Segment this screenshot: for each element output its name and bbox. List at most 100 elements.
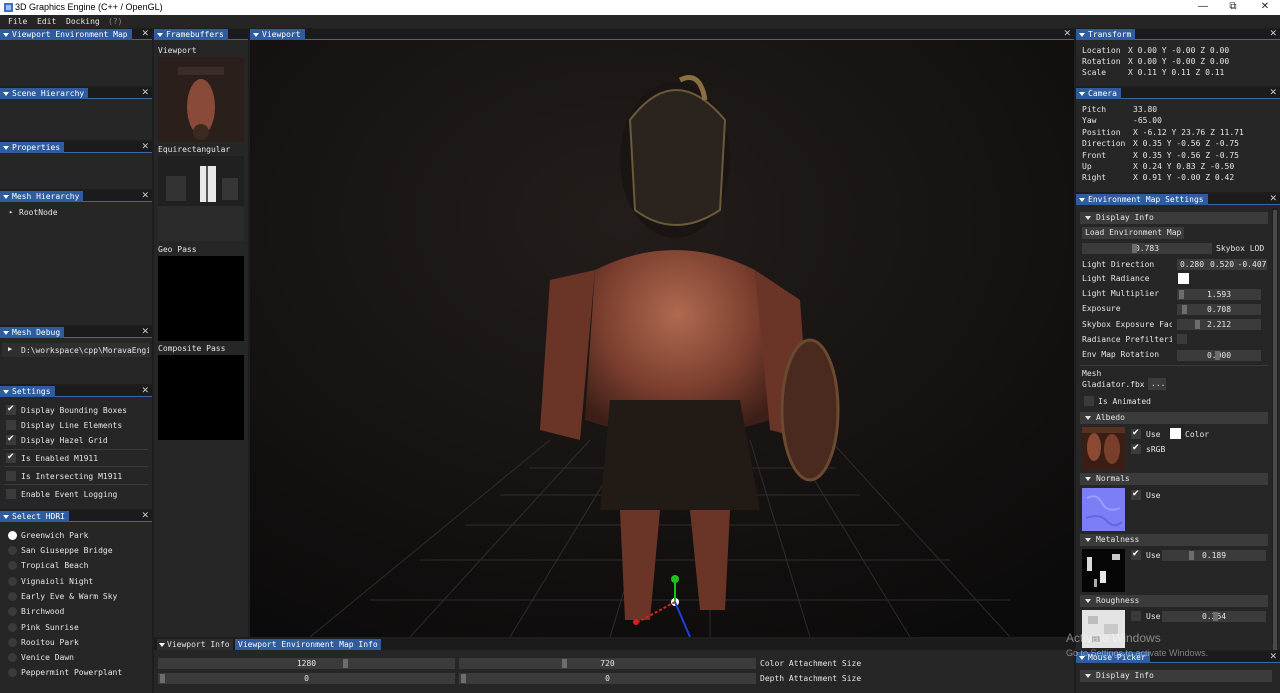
light-dir-x[interactable]: 0.280 — [1177, 259, 1207, 270]
panel-tab[interactable]: Mesh Hierarchy — [0, 191, 84, 202]
roughness-use-checkbox[interactable] — [1131, 611, 1141, 621]
menu-file[interactable]: File — [8, 17, 27, 26]
setting-checkbox-1[interactable] — [6, 420, 16, 430]
hdri-label[interactable]: Birchwood — [21, 607, 64, 616]
panel-tab[interactable]: Scene Hierarchy — [0, 88, 89, 99]
hdri-radio-3[interactable] — [8, 577, 17, 586]
metalness-slider[interactable]: 0.189 — [1162, 550, 1266, 561]
hdri-label[interactable]: San Giuseppe Bridge — [21, 546, 113, 555]
geo-pass-thumbnail — [158, 256, 244, 341]
radiance-prefilter-checkbox[interactable] — [1177, 334, 1187, 344]
display-info-header[interactable]: Display Info — [1080, 212, 1268, 224]
close-icon[interactable]: ✕ — [141, 88, 149, 99]
panel-tab[interactable]: Transform — [1076, 29, 1136, 40]
close-icon[interactable]: ✕ — [141, 511, 149, 522]
close-icon[interactable]: ✕ — [141, 386, 149, 397]
close-icon[interactable]: ✕ — [1063, 29, 1071, 40]
metalness-header[interactable]: Metalness — [1080, 534, 1268, 546]
is-animated-checkbox[interactable] — [1084, 396, 1094, 406]
color-height-slider[interactable]: 720 — [459, 658, 756, 669]
panel-tab[interactable]: Framebuffers — [154, 29, 228, 40]
hdri-radio-9[interactable] — [8, 668, 17, 677]
light-radiance-swatch[interactable] — [1178, 273, 1189, 284]
roughness-slider[interactable]: 0.364 — [1162, 611, 1266, 622]
close-icon[interactable]: ✕ — [141, 142, 149, 153]
panel-tab[interactable]: Mesh Debug — [0, 327, 65, 338]
close-icon[interactable]: ✕ — [1269, 194, 1277, 205]
panel-tab[interactable]: Properties — [0, 142, 65, 153]
depth-width-slider[interactable]: 0 — [158, 673, 455, 684]
hdri-label[interactable]: Venice Dawn — [21, 653, 74, 662]
light-dir-y[interactable]: 0.520 — [1207, 259, 1237, 270]
setting-checkbox-5[interactable] — [6, 489, 16, 499]
hdri-radio-5[interactable] — [8, 607, 17, 616]
env-map-rotation-slider[interactable]: 0.000 — [1177, 350, 1261, 361]
depth-height-slider[interactable]: 0 — [459, 673, 756, 684]
panel-tab[interactable]: Select HDRI — [0, 511, 69, 522]
hdri-radio-7[interactable] — [8, 638, 17, 647]
hdri-label[interactable]: Greenwich Park — [21, 531, 88, 540]
panel-tab[interactable]: Environment Map Settings — [1076, 194, 1208, 205]
normals-texture[interactable] — [1082, 488, 1125, 531]
restore-button[interactable]: ⧉ — [1218, 0, 1248, 15]
skybox-lod-slider[interactable]: 0.783 — [1082, 243, 1212, 254]
hdri-radio-4[interactable] — [8, 592, 17, 601]
metalness-use-checkbox[interactable] — [1131, 549, 1141, 560]
albedo-header[interactable]: Albedo — [1080, 412, 1268, 424]
hdri-label[interactable]: Vignaioli Night — [21, 577, 93, 586]
collapse-icon[interactable] — [159, 643, 165, 647]
hdri-label[interactable]: Early Eve & Warm Sky — [21, 592, 117, 601]
hdri-radio-2[interactable] — [8, 561, 17, 570]
hdri-radio-1[interactable] — [8, 546, 17, 555]
panel-tab[interactable]: Viewport Environment Map — [0, 29, 132, 40]
panel-tab[interactable]: Viewport — [250, 29, 305, 40]
albedo-color-swatch[interactable] — [1170, 428, 1181, 439]
viewport-3d[interactable] — [250, 40, 1074, 637]
panel-tab[interactable]: Settings — [0, 386, 55, 397]
menu-edit[interactable]: Edit — [37, 17, 56, 26]
load-env-map-button[interactable]: Load Environment Map — [1082, 227, 1185, 239]
normals-use-checkbox[interactable] — [1131, 489, 1141, 500]
roughness-header[interactable]: Roughness — [1080, 595, 1268, 607]
hdri-radio-0[interactable] — [8, 531, 17, 540]
hdri-radio-8[interactable] — [8, 653, 17, 662]
minimize-button[interactable]: — — [1188, 0, 1218, 15]
close-window-button[interactable]: ✕ — [1250, 0, 1280, 15]
light-dir-z[interactable]: -0.407 — [1237, 259, 1267, 270]
setting-checkbox-0[interactable] — [6, 404, 16, 415]
close-icon[interactable]: ✕ — [141, 191, 149, 202]
menu-help[interactable]: (?) — [108, 17, 122, 26]
hdri-label[interactable]: Peppermint Powerplant — [21, 668, 122, 677]
albedo-use-checkbox[interactable] — [1131, 428, 1141, 439]
setting-checkbox-3[interactable] — [6, 452, 16, 463]
metalness-texture[interactable] — [1082, 549, 1125, 592]
hdri-label[interactable]: Pink Sunrise — [21, 623, 79, 632]
close-icon[interactable]: ✕ — [1269, 652, 1277, 663]
setting-checkbox-4[interactable] — [6, 471, 16, 481]
normals-header[interactable]: Normals — [1080, 473, 1268, 485]
exposure-slider[interactable]: 0.708 — [1177, 304, 1261, 315]
setting-checkbox-2[interactable] — [6, 434, 16, 445]
panel-tab[interactable]: Camera — [1076, 88, 1121, 99]
tree-arrow-icon[interactable]: ▸ — [9, 208, 13, 216]
tree-node-root[interactable]: RootNode — [19, 208, 58, 217]
light-multiplier-slider[interactable]: 1.593 — [1177, 289, 1261, 300]
close-icon[interactable]: ✕ — [141, 29, 149, 40]
tree-arrow-icon[interactable]: ▶ — [8, 345, 12, 353]
hdri-label[interactable]: Tropical Beach — [21, 561, 88, 570]
albedo-srgb-checkbox[interactable] — [1131, 443, 1141, 454]
close-icon[interactable]: ✕ — [141, 327, 149, 338]
skybox-exposure-slider[interactable]: 2.212 — [1177, 319, 1261, 330]
browse-mesh-button[interactable]: ... — [1148, 378, 1166, 390]
menu-docking[interactable]: Docking — [66, 17, 100, 26]
hdri-label[interactable]: Rooitou Park — [21, 638, 79, 647]
mouse-picker-display-info[interactable]: Display Info — [1080, 670, 1272, 682]
albedo-texture[interactable] — [1082, 427, 1125, 470]
tab-viewport-info[interactable]: Viewport Info — [157, 639, 233, 650]
close-icon[interactable]: ✕ — [1269, 29, 1277, 40]
close-icon[interactable]: ✕ — [1269, 88, 1277, 99]
color-width-slider[interactable]: 1280 — [158, 658, 455, 669]
scrollbar[interactable] — [1272, 208, 1278, 650]
tab-viewport-env-info[interactable]: Viewport Environment Map Info — [235, 639, 381, 650]
hdri-radio-6[interactable] — [8, 623, 17, 632]
